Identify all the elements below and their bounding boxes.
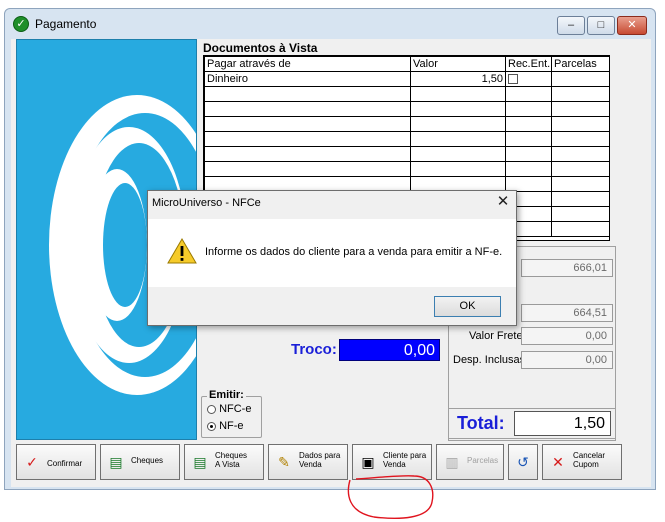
radio-nfe[interactable]: NF-e xyxy=(207,420,244,432)
col-header-rec-ent[interactable]: Rec.Ent. xyxy=(505,56,552,72)
radio-nfe-label: NF-e xyxy=(219,420,244,432)
undo-button[interactable]: ↺ xyxy=(508,444,538,480)
annotation-scribble xyxy=(347,475,434,519)
nfce-dialog: MicroUniverso - NFCe ✕ Informe os dados … xyxy=(147,190,517,326)
radio-nfce-circle[interactable] xyxy=(207,404,216,414)
empty-cell[interactable] xyxy=(204,116,411,132)
table-row[interactable] xyxy=(204,131,609,147)
empty-cell[interactable] xyxy=(551,131,609,147)
close-button[interactable]: ✕ xyxy=(617,16,647,35)
empty-cell[interactable] xyxy=(505,101,552,117)
table-row[interactable] xyxy=(204,146,609,162)
dialog-message: Informe os dados do cliente para a venda… xyxy=(205,246,503,258)
cliente-venda-label: Cliente para Venda xyxy=(383,451,427,469)
grid-header-row: Pagar através de Valor Rec.Ent. Parcelas xyxy=(204,56,609,72)
dialog-title: MicroUniverso - NFCe xyxy=(152,197,261,209)
maximize-button[interactable]: □ xyxy=(587,16,615,35)
ok-button[interactable]: OK xyxy=(434,296,501,317)
undo-icon: ↺ xyxy=(517,454,529,470)
emitir-label: Emitir: xyxy=(207,389,246,401)
table-row[interactable] xyxy=(204,86,609,102)
cheques-icon: ▤ xyxy=(109,454,123,470)
cheques-button[interactable]: ▤ Cheques xyxy=(100,444,180,480)
empty-cell[interactable] xyxy=(410,116,506,132)
empty-cell[interactable] xyxy=(410,146,506,162)
empty-cell[interactable] xyxy=(410,161,506,177)
radio-nfe-circle[interactable] xyxy=(207,421,216,431)
col-header-pagar[interactable]: Pagar através de xyxy=(204,56,411,72)
empty-cell[interactable] xyxy=(505,146,552,162)
frete-field: 0,00 xyxy=(521,327,613,345)
net-total-field: 664,51 xyxy=(521,304,613,322)
dados-venda-button[interactable]: ✎ Dados para Venda xyxy=(268,444,348,480)
dados-venda-label: Dados para Venda xyxy=(299,451,341,469)
client-card-icon: ▣ xyxy=(361,454,375,470)
confirmar-button[interactable]: ✓ Confirmar xyxy=(16,444,96,480)
empty-cell[interactable] xyxy=(505,86,552,102)
empty-cell[interactable] xyxy=(204,86,411,102)
x-icon: ✕ xyxy=(552,454,564,470)
documentos-title: Documentos à Vista xyxy=(203,41,318,55)
table-row[interactable] xyxy=(204,116,609,132)
empty-cell[interactable] xyxy=(551,221,609,237)
empty-cell[interactable] xyxy=(410,101,506,117)
empty-cell[interactable] xyxy=(551,116,609,132)
total-value: 1,50 xyxy=(514,411,611,436)
table-row[interactable]: Dinheiro 1,50 xyxy=(204,71,609,87)
empty-cell[interactable] xyxy=(551,86,609,102)
cell-parcelas[interactable] xyxy=(551,71,609,87)
empty-cell[interactable] xyxy=(204,146,411,162)
cell-valor[interactable]: 1,50 xyxy=(410,71,506,87)
cell-rec-ent[interactable] xyxy=(505,71,552,87)
empty-cell[interactable] xyxy=(551,191,609,207)
empty-cell[interactable] xyxy=(204,131,411,147)
empty-cell[interactable] xyxy=(551,206,609,222)
table-row[interactable] xyxy=(204,101,609,117)
cheques-label: Cheques xyxy=(131,456,164,465)
empty-cell[interactable] xyxy=(505,161,552,177)
pencil-icon: ✎ xyxy=(278,454,290,470)
window-title: Pagamento xyxy=(35,17,97,31)
troco-value: 0,00 xyxy=(339,339,440,361)
radio-nfce[interactable]: NFC-e xyxy=(207,403,251,415)
empty-cell[interactable] xyxy=(551,176,609,192)
col-header-parcelas[interactable]: Parcelas xyxy=(551,56,609,72)
empty-cell[interactable] xyxy=(551,101,609,117)
title-bar[interactable]: ✓ Pagamento – □ ✕ xyxy=(5,9,655,39)
empty-cell[interactable] xyxy=(204,101,411,117)
rec-ent-checkbox[interactable] xyxy=(508,73,518,84)
warning-icon xyxy=(167,238,197,264)
desp-field: 0,00 xyxy=(521,351,613,369)
cell-pagar[interactable]: Dinheiro xyxy=(204,71,411,87)
checkmark-icon: ✓ xyxy=(26,454,38,470)
parcelas-button[interactable]: ▥ Parcelas xyxy=(436,444,504,480)
col-header-valor[interactable]: Valor xyxy=(410,56,506,72)
empty-cell[interactable] xyxy=(505,116,552,132)
frete-label: Valor Frete: xyxy=(469,330,526,342)
empty-cell[interactable] xyxy=(410,131,506,147)
table-row[interactable] xyxy=(204,161,609,177)
empty-cell[interactable] xyxy=(410,86,506,102)
empty-cell[interactable] xyxy=(204,161,411,177)
confirmar-label: Confirmar xyxy=(47,459,83,468)
subtotal-field: 666,01 xyxy=(521,259,613,277)
total-label: Total: xyxy=(457,413,505,433)
desp-label: Desp. Inclusas: xyxy=(453,354,529,366)
dialog-close-button[interactable]: ✕ xyxy=(493,193,513,213)
radio-nfce-label: NFC-e xyxy=(219,403,252,415)
troco-label: Troco: xyxy=(291,341,337,358)
empty-cell[interactable] xyxy=(551,146,609,162)
cancelar-cupom-label: Cancelar Cupom xyxy=(573,451,606,469)
cancelar-cupom-button[interactable]: ✕ Cancelar Cupom xyxy=(542,444,622,480)
parcelas-icon: ▥ xyxy=(445,454,459,470)
empty-cell[interactable] xyxy=(551,161,609,177)
check-icon: ✓ xyxy=(13,16,29,32)
empty-cell[interactable] xyxy=(505,131,552,147)
minimize-button[interactable]: – xyxy=(557,16,585,35)
cheques-vista-icon: ▤ xyxy=(193,454,207,470)
cheques-vista-button[interactable]: ▤ Cheques A Vista xyxy=(184,444,264,480)
cheques-vista-label: Cheques A Vista xyxy=(215,451,248,469)
